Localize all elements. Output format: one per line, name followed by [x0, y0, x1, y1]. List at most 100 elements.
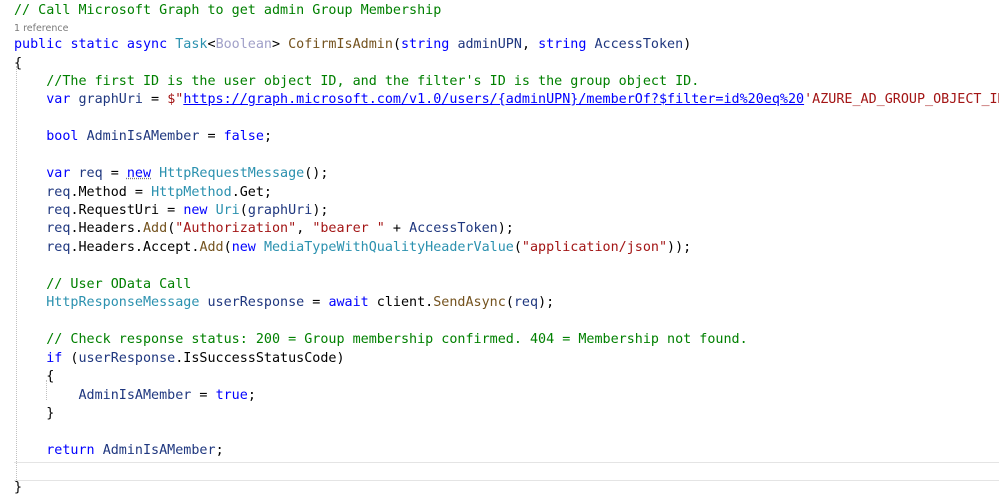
code-line: { — [14, 55, 22, 73]
code-token: .IsSuccessStatusCode) — [175, 351, 345, 366]
code-token: )); — [667, 240, 692, 255]
code-line: } — [14, 405, 54, 423]
code-token: > — [272, 37, 289, 52]
code-token: + — [384, 221, 410, 236]
code-line: // User OData Call — [14, 276, 191, 294]
code-token: SendAsync — [433, 295, 506, 310]
code-line: req.Headers.Accept.Add(new MediaTypeWith… — [14, 239, 691, 257]
code-token: https://graph.microsoft.com/v1.0/users/{… — [183, 92, 805, 107]
code-token: .Method = — [70, 185, 152, 200]
code-line: //The first ID is the user object ID, an… — [14, 73, 699, 91]
code-token: } — [14, 406, 55, 421]
code-token: graphUri — [247, 203, 313, 218]
code-token: static — [70, 37, 119, 52]
code-token: adminUPN — [457, 37, 522, 52]
code-token: ) — [683, 37, 692, 52]
codelens-references[interactable]: 1 reference — [14, 22, 68, 36]
code-token: AccessToken — [409, 221, 498, 236]
code-token: userResponse — [207, 295, 305, 310]
code-token: new — [126, 166, 152, 181]
code-token: ( — [223, 240, 232, 255]
code-token: = — [304, 295, 329, 310]
code-token: AccessToken — [594, 37, 684, 52]
current-line-highlight — [14, 462, 999, 481]
code-token: ); — [497, 221, 514, 236]
code-token: new — [183, 203, 208, 218]
code-token: string — [401, 37, 450, 52]
code-token: public — [14, 37, 63, 52]
code-token: req — [78, 166, 103, 181]
code-token: .Get; — [231, 185, 272, 200]
code-token: .Headers. — [70, 221, 143, 236]
code-token: req — [46, 221, 71, 236]
code-token: ); — [538, 295, 555, 310]
code-line: if (userResponse.IsSuccessStatusCode) — [14, 350, 345, 368]
code-editor[interactable]: 1 reference // Call Microsoft Graph to g… — [0, 0, 999, 502]
code-token: (); — [304, 166, 329, 181]
code-token: Add — [199, 240, 224, 255]
code-token: var — [46, 166, 71, 181]
code-token: ( — [62, 351, 79, 366]
code-token: "application/json" — [521, 240, 668, 255]
code-token: ; — [215, 443, 224, 458]
code-token: ; — [247, 388, 256, 403]
code-token: < — [207, 37, 216, 52]
code-token: client. — [368, 295, 434, 310]
code-token: Uri — [215, 203, 240, 218]
code-line: public static async Task<Boolean> Cofirm… — [14, 36, 691, 54]
code-token: req — [46, 240, 71, 255]
code-token: 'AZURE_AD_GROUP_OBJECT_ID'" — [804, 92, 999, 107]
code-line: } — [14, 479, 22, 497]
code-token: "bearer " — [312, 221, 385, 236]
code-token: CofirmIsAdmin — [288, 37, 393, 52]
code-token: // Check response status: 200 = Group me… — [46, 332, 748, 347]
code-token: ( — [392, 37, 401, 52]
code-token: = — [102, 166, 127, 181]
code-token: $" — [167, 92, 184, 107]
code-line: var req = new HttpRequestMessage(); — [14, 165, 328, 183]
code-token: ( — [513, 240, 522, 255]
code-token: { — [14, 56, 23, 71]
code-line: bool AdminIsAMember = false; — [14, 128, 272, 146]
code-token: req — [46, 185, 71, 200]
code-token: graphUri — [78, 92, 144, 107]
code-token: , — [296, 221, 313, 236]
code-token: async — [126, 37, 168, 52]
code-line: req.RequestUri = new Uri(graphUri); — [14, 202, 328, 220]
code-token: MediaTypeWithQualityHeaderValue — [263, 240, 514, 255]
code-token: HttpResponseMessage — [46, 295, 200, 310]
code-token: req — [46, 203, 71, 218]
code-line: { — [14, 368, 54, 386]
code-token: ); — [312, 203, 329, 218]
code-token: Task — [175, 37, 208, 52]
code-token: .RequestUri = — [70, 203, 184, 218]
code-line: req.Method = HttpMethod.Get; — [14, 184, 272, 202]
code-line: return AdminIsAMember; — [14, 442, 224, 460]
code-line: // Check response status: 200 = Group me… — [14, 331, 748, 349]
code-token: HttpMethod — [151, 185, 232, 200]
code-token: userResponse — [78, 351, 176, 366]
code-line: AdminIsAMember = true; — [14, 387, 256, 405]
code-line: HttpResponseMessage userResponse = await… — [14, 294, 554, 312]
code-token: AdminIsAMember — [102, 443, 216, 458]
